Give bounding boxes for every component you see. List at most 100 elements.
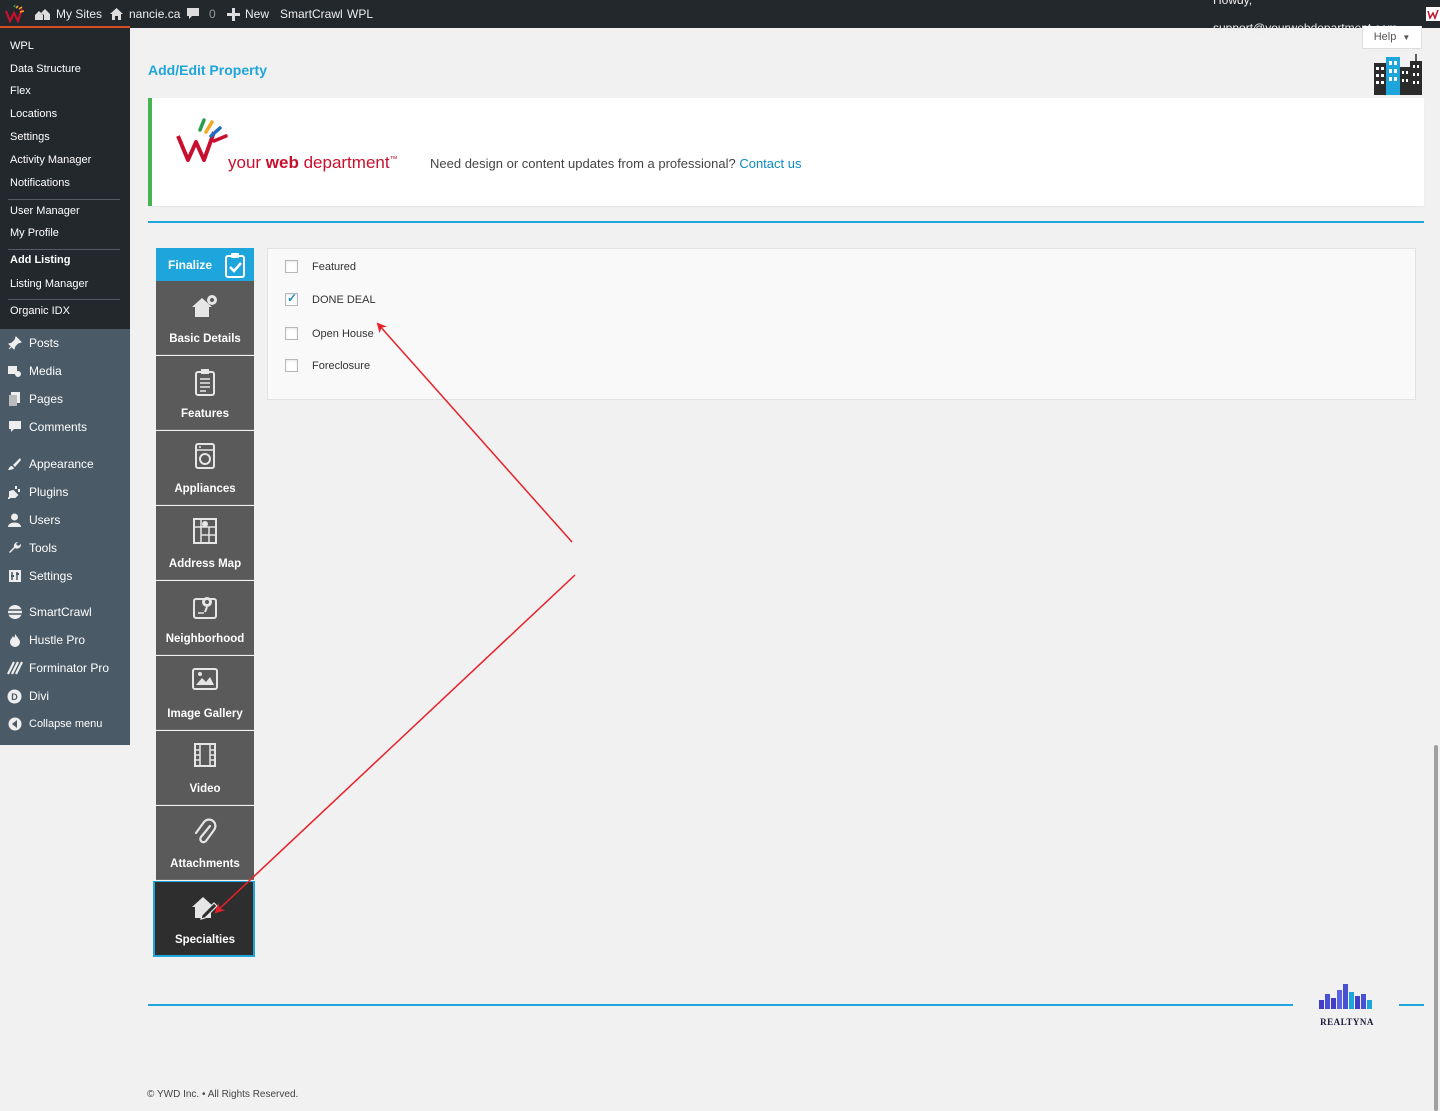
specialty-option-open-house[interactable]: Open House (285, 327, 374, 340)
sites-icon (35, 9, 50, 20)
submenu-user-manager[interactable]: User Manager (10, 201, 80, 221)
ywd-logo-icon[interactable] (4, 0, 26, 28)
menu-tools[interactable]: Tools (0, 535, 130, 561)
submenu-data-structure[interactable]: Data Structure (10, 59, 81, 79)
smartcrawl-adminbar-link[interactable]: SmartCrawl (280, 0, 343, 28)
tab-appliances[interactable]: Appliances (156, 431, 254, 505)
new-content-menu[interactable]: New (227, 0, 269, 28)
plus-icon (227, 7, 240, 21)
plug-icon (7, 486, 20, 499)
menu-smartcrawl[interactable]: SmartCrawl (0, 599, 130, 625)
menu-pages[interactable]: Pages (0, 386, 130, 412)
tab-address-map-label: Address Map (168, 558, 242, 570)
menu-posts[interactable]: Posts (0, 330, 130, 356)
specialties-panel: Featured DONE DEAL Open House Foreclosur… (267, 248, 1416, 400)
tab-specialties[interactable]: Specialties (153, 881, 255, 957)
menu-media[interactable]: Media (0, 358, 130, 384)
submenu-activity-manager[interactable]: Activity Manager (10, 150, 91, 170)
comment-icon (187, 8, 199, 19)
svg-text:D: D (11, 692, 18, 702)
tab-finalize-label: Finalize (168, 257, 213, 272)
menu-appearance[interactable]: Appearance (0, 451, 130, 477)
page-title: Add/Edit Property (148, 62, 268, 78)
film-icon (194, 743, 216, 767)
page-scrollbar[interactable] (1434, 745, 1438, 1111)
menu-smartcrawl-label: SmartCrawl (29, 605, 92, 619)
admin-bar: My Sites nancie.ca 0 New SmartCrawl WPL … (0, 0, 1440, 35)
settings-icon (8, 570, 21, 582)
contact-us-link[interactable]: Contact us (739, 156, 801, 171)
my-sites-label: My Sites (56, 7, 103, 21)
foreclosure-label: Foreclosure (312, 359, 371, 372)
foreclosure-checkbox[interactable] (285, 359, 298, 372)
buildings-icon (1372, 53, 1424, 102)
menu-hustle-pro-label: Hustle Pro (29, 633, 86, 647)
comments-menu[interactable]: 0 (186, 0, 216, 28)
user-account-menu[interactable]: Howdy, support@yourwebdepartment.com (1213, 0, 1440, 35)
menu-tools-label: Tools (29, 541, 58, 555)
open-house-checkbox[interactable] (285, 327, 298, 340)
wpl-label: WPL (347, 7, 374, 21)
specialty-option-featured[interactable]: Featured (285, 260, 356, 273)
menu-divi[interactable]: D Divi (0, 683, 130, 709)
collapse-menu-button[interactable]: Collapse menu (0, 711, 130, 737)
tab-neighborhood-label: Neighborhood (165, 633, 245, 645)
clipboard-check-icon (224, 252, 246, 281)
open-house-label: Open House (312, 327, 374, 340)
caret-down-icon: ▼ (1402, 32, 1411, 42)
submenu-flex[interactable]: Flex (10, 81, 31, 101)
wordmark-bold: web (265, 153, 299, 172)
tab-basic-details[interactable]: Basic Details (156, 281, 254, 355)
submenu-locations[interactable]: Locations (10, 104, 57, 124)
ywd-brand-logo (174, 116, 234, 171)
specialty-option-foreclosure[interactable]: Foreclosure (285, 359, 370, 372)
help-button[interactable]: Help ▼ (1362, 26, 1422, 49)
realtyna-logo[interactable]: REALTYNA (1316, 984, 1378, 1027)
copyright-text: © YWD Inc. • All Rights Reserved. (147, 1089, 299, 1100)
home-icon (110, 8, 123, 20)
menu-users-label: Users (29, 513, 61, 527)
tab-video[interactable]: Video (156, 731, 254, 805)
section-divider (148, 221, 1424, 223)
menu-users[interactable]: Users (0, 507, 130, 533)
tab-attachments[interactable]: Attachments (156, 806, 254, 880)
wpl-adminbar-link[interactable]: WPL (347, 0, 373, 28)
forminator-icon (6, 661, 23, 675)
tab-features[interactable]: Features (156, 356, 254, 430)
tab-neighborhood[interactable]: Neighborhood (156, 581, 254, 655)
tab-attachments-label: Attachments (170, 858, 240, 870)
menu-hustle-pro[interactable]: Hustle Pro (0, 627, 130, 653)
footer-divider-left (148, 1004, 1293, 1006)
map-icon (193, 518, 217, 544)
tab-specialties-label: Specialties (174, 934, 236, 946)
menu-plugins[interactable]: Plugins (0, 479, 130, 505)
submenu-notifications[interactable]: Notifications (10, 173, 70, 193)
menu-comments-label: Comments (29, 420, 88, 434)
specialty-option-done-deal[interactable]: DONE DEAL (285, 291, 376, 306)
site-name-menu[interactable]: nancie.ca (109, 0, 180, 28)
menu-pages-label: Pages (29, 392, 64, 406)
menu-settings[interactable]: Settings (0, 563, 130, 589)
media-icon (8, 366, 21, 377)
tab-image-gallery[interactable]: Image Gallery (156, 656, 254, 730)
done-deal-checkbox[interactable] (285, 291, 298, 306)
submenu-listing-manager[interactable]: Listing Manager (10, 274, 88, 294)
submenu-organic-idx[interactable]: Organic IDX (10, 301, 70, 321)
wordmark-prefix: your (228, 153, 266, 172)
clipboard-icon (195, 369, 215, 396)
submenu-add-listing[interactable]: Add Listing (10, 250, 71, 270)
submenu-settings[interactable]: Settings (10, 127, 50, 147)
tab-address-map[interactable]: Address Map (156, 506, 254, 580)
brush-icon (8, 458, 21, 470)
banner-message-text: Need design or content updates from a pr… (430, 156, 736, 171)
banner-message: Need design or content updates from a pr… (430, 156, 801, 171)
menu-forminator-pro[interactable]: Forminator Pro (0, 655, 130, 681)
menu-comments[interactable]: Comments (0, 414, 130, 440)
tab-finalize[interactable]: Finalize (156, 248, 254, 281)
submenu-wpl[interactable]: WPL (10, 36, 34, 56)
featured-checkbox[interactable] (285, 260, 298, 273)
my-sites-menu[interactable]: My Sites (34, 0, 102, 28)
submenu-my-profile[interactable]: My Profile (10, 223, 59, 243)
admin-main-menu: Posts Media Pages Comments Appearance Pl… (0, 329, 130, 745)
smartcrawl-icon (7, 605, 22, 619)
